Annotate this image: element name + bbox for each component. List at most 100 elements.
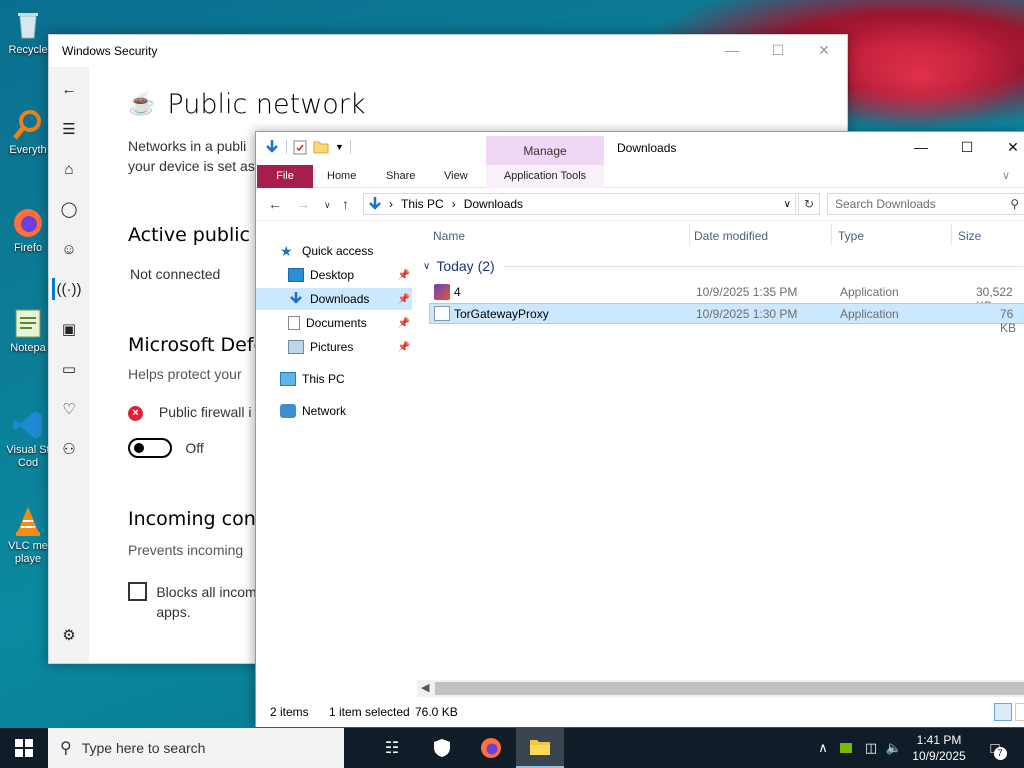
taskbar-windows-security[interactable]: [418, 728, 466, 768]
gear-icon[interactable]: ⚙: [49, 615, 89, 655]
nav-item-network[interactable]: Network: [256, 400, 412, 422]
refresh-button[interactable]: ↻: [798, 193, 820, 215]
navigation-pane: ★ Quick access Desktop 📌 Downloads 📌 Doc…: [256, 221, 416, 697]
tab-home[interactable]: Home: [327, 165, 356, 188]
desktop-folder-icon: [288, 268, 304, 282]
breadcrumb-separator-icon: ›: [451, 197, 456, 211]
column-header-type[interactable]: Type: [838, 229, 864, 243]
column-header-size[interactable]: Size: [958, 229, 981, 243]
customize-toolbar-chevron-icon[interactable]: ▼: [335, 142, 344, 152]
tab-view[interactable]: View: [444, 165, 468, 188]
laptop-icon[interactable]: ▭: [49, 349, 89, 389]
taskbar-file-explorer[interactable]: [516, 728, 564, 768]
show-hidden-icons-chevron-icon[interactable]: ∧: [812, 728, 834, 768]
toolbar-divider: [286, 140, 287, 154]
desktop-icon-label: Visual St Cod: [6, 444, 50, 469]
task-view-icon: ☷: [384, 740, 400, 757]
desktop-icon-vscode[interactable]: Visual St Cod: [4, 408, 52, 470]
search-placeholder: Search Downloads: [835, 197, 936, 211]
shield-icon[interactable]: ◯: [49, 189, 89, 229]
nav-label: Documents: [306, 316, 367, 330]
new-folder-icon[interactable]: [313, 140, 329, 154]
up-arrow-button[interactable]: ↑: [342, 196, 349, 212]
taskbar-search-placeholder: Type here to search: [81, 740, 206, 756]
collapse-chevron-icon[interactable]: ∨: [423, 261, 430, 272]
tab-file[interactable]: File: [257, 165, 313, 188]
forward-button[interactable]: →: [296, 196, 310, 212]
volume-muted-icon[interactable]: 🔈: [884, 728, 904, 768]
properties-icon[interactable]: [293, 139, 307, 155]
wifi-icon[interactable]: ((·)): [49, 269, 89, 309]
pin-icon: 📌: [397, 317, 410, 329]
desktop-icon-firefox[interactable]: Firefo: [4, 206, 52, 255]
column-header-name[interactable]: Name: [433, 229, 465, 243]
firewall-toggle[interactable]: [128, 438, 172, 458]
taskbar-firefox[interactable]: [467, 728, 515, 768]
maximize-button[interactable]: ☐: [944, 132, 990, 162]
block-all-checkbox[interactable]: [128, 582, 147, 601]
family-icon[interactable]: ⚇: [49, 429, 89, 469]
breadcrumb-this-pc[interactable]: This PC: [401, 197, 444, 211]
scroll-left-arrow-icon[interactable]: ◀: [421, 681, 429, 694]
nav-item-downloads[interactable]: Downloads 📌: [256, 288, 412, 310]
address-dropdown-chevron-icon[interactable]: ∨: [784, 199, 791, 210]
desktop-icon-vlc[interactable]: VLC me playe: [4, 504, 52, 566]
tab-application-tools[interactable]: Application Tools: [486, 165, 604, 188]
home-icon[interactable]: ⌂: [49, 149, 89, 189]
close-button[interactable]: ✕: [801, 35, 847, 65]
address-bar[interactable]: › This PC › Downloads ∨: [363, 193, 796, 215]
back-arrow-icon[interactable]: ←: [49, 69, 89, 109]
task-view-button[interactable]: ☷: [368, 728, 416, 768]
tab-manage[interactable]: Manage: [486, 136, 604, 165]
nav-item-desktop[interactable]: Desktop 📌: [256, 264, 412, 286]
large-icons-view-button[interactable]: [1015, 703, 1024, 721]
table-row-selected[interactable]: TorGatewayProxy 10/9/2025 1:30 PM Applic…: [429, 303, 1024, 335]
hamburger-menu-icon[interactable]: ☰: [49, 109, 89, 149]
search-input[interactable]: Search Downloads ⚲: [827, 193, 1024, 215]
expand-ribbon-chevron-icon[interactable]: ∨: [1002, 165, 1010, 188]
nav-item-this-pc[interactable]: This PC: [256, 368, 412, 390]
back-button[interactable]: ←: [268, 196, 282, 212]
close-button[interactable]: ✕: [990, 132, 1024, 162]
nav-item-pictures[interactable]: Pictures 📌: [256, 336, 412, 358]
notification-center-button[interactable]: □ 7: [980, 728, 1010, 768]
explorer-titlebar[interactable]: ▼ Manage Downloads — ☐ ✕: [256, 132, 1024, 165]
scrollbar-thumb[interactable]: [435, 682, 1024, 695]
breadcrumb-separator-icon: ›: [389, 197, 393, 211]
column-separator[interactable]: [951, 224, 952, 246]
group-header-today[interactable]: ∨ Today (2): [423, 258, 1023, 274]
maximize-button[interactable]: ☐: [755, 35, 801, 65]
network-tray-icon[interactable]: ◫: [860, 728, 882, 768]
toolbar-divider: [349, 140, 351, 154]
minimize-button[interactable]: —: [898, 132, 944, 162]
nvidia-tray-icon[interactable]: [836, 728, 856, 768]
table-row[interactable]: 4 10/9/2025 1:35 PM Application 30,522 K…: [430, 282, 1024, 313]
desktop-icon-everything[interactable]: Everyth: [4, 108, 52, 157]
nav-item-quick-access[interactable]: ★ Quick access: [280, 240, 436, 262]
file-date: 10/9/2025 1:35 PM: [696, 285, 798, 299]
taskbar-search-input[interactable]: ⚲ Type here to search: [48, 728, 344, 768]
search-icon: ⚲: [60, 740, 72, 757]
notification-icon: □ 7: [990, 740, 1007, 760]
taskbar-clock[interactable]: 1:41 PM 10/9/2025: [902, 732, 976, 764]
details-view-button[interactable]: [994, 703, 1012, 721]
folder-icon: [530, 740, 550, 755]
tab-share[interactable]: Share: [386, 165, 415, 188]
minimize-button[interactable]: —: [709, 35, 755, 65]
nav-item-documents[interactable]: Documents 📌: [256, 312, 412, 334]
person-icon[interactable]: ☺: [49, 229, 89, 269]
heart-pulse-icon[interactable]: ♡: [49, 389, 89, 429]
start-button[interactable]: [0, 728, 48, 768]
nvidia-logo: [840, 743, 852, 753]
desktop-icon-recycle-bin[interactable]: Recycle: [4, 8, 52, 57]
horizontal-scrollbar[interactable]: ◀: [417, 680, 1024, 697]
browser-window-icon[interactable]: ▣: [49, 309, 89, 349]
column-header-date-modified[interactable]: Date modified: [694, 229, 768, 243]
column-separator[interactable]: [689, 224, 690, 246]
download-arrow-icon[interactable]: [264, 139, 280, 155]
column-separator[interactable]: [831, 224, 832, 246]
desktop-icon-label: VLC me playe: [8, 540, 48, 565]
recent-locations-chevron-icon[interactable]: ∨: [324, 200, 331, 211]
breadcrumb-downloads[interactable]: Downloads: [464, 197, 523, 211]
desktop-icon-notepad[interactable]: Notepa: [4, 306, 52, 355]
